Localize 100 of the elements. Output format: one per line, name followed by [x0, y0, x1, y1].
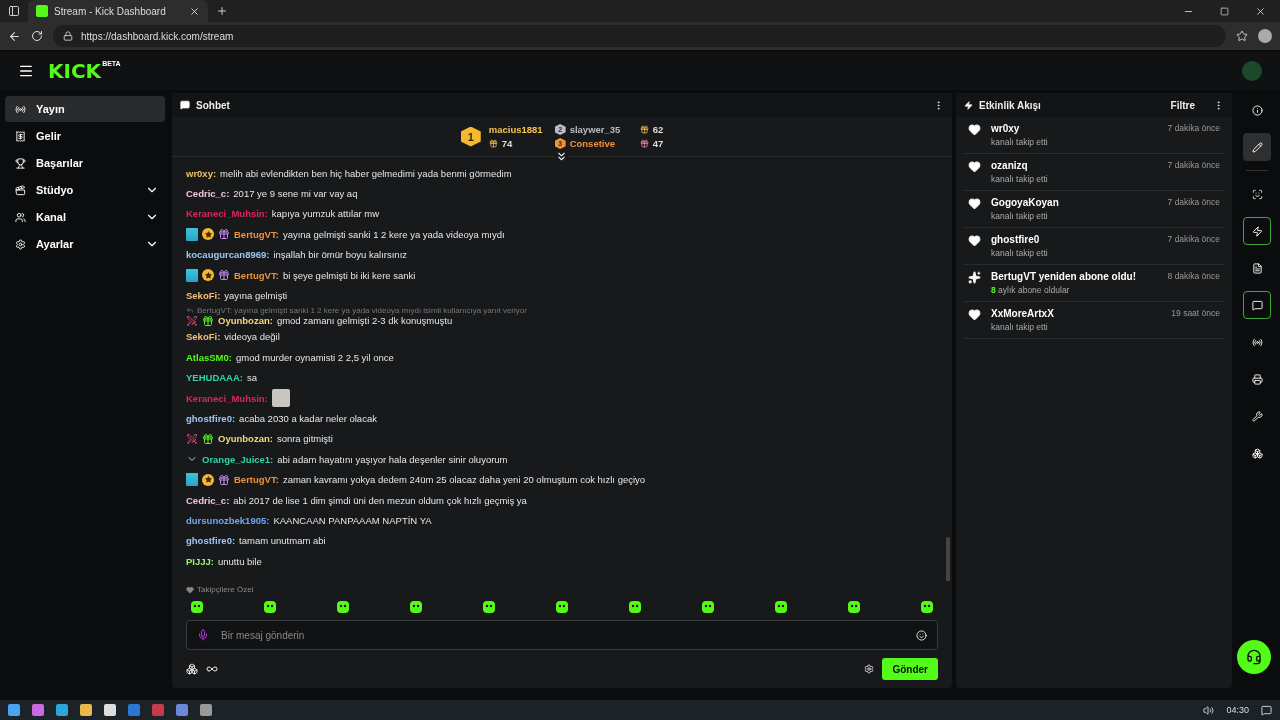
- chat-message: zaman kavramı yokya dedem 24üm 25 olacaz daha yeni 20 olmuştum cok hızlı geçiyo: [282, 474, 646, 486]
- apps-icon: [1251, 447, 1263, 459]
- emote-icon[interactable]: [920, 600, 934, 614]
- sidebar-item[interactable]: Başarılar: [5, 150, 165, 176]
- heart-icon: [968, 308, 981, 321]
- chat-username[interactable]: Cedric_c:: [186, 494, 230, 506]
- apps-icon[interactable]: [186, 663, 198, 675]
- emoji-icon[interactable]: [916, 629, 927, 641]
- emote-icon[interactable]: [774, 600, 788, 614]
- edit-button[interactable]: [1243, 133, 1271, 161]
- edit-icon: [1251, 141, 1263, 153]
- clock[interactable]: 04:30: [1226, 705, 1249, 715]
- chat-username[interactable]: kocaugurcan8969:: [186, 249, 270, 261]
- chat-username[interactable]: BertugVT:: [234, 474, 279, 486]
- chat-username[interactable]: Keraneci_Muhsin:: [186, 208, 268, 220]
- new-tab-icon[interactable]: [216, 5, 228, 17]
- notifications-icon[interactable]: [1261, 704, 1272, 716]
- sidebar-toggle-icon[interactable]: [8, 5, 20, 17]
- chat-username[interactable]: PIJJJ:: [186, 555, 214, 567]
- emote-icon[interactable]: [628, 600, 642, 614]
- chat-message: abi 2017 de lise 1 dim şimdi üni den mezun oldum çok hızlı geçmiş ya: [233, 494, 527, 506]
- sidebar-item[interactable]: Ayarlar: [5, 231, 165, 257]
- chat-message: melih abi evlendikten ben hiç haber gelmedimi yada benmi görmedim: [220, 167, 512, 179]
- chat-username[interactable]: SekoFi:: [186, 331, 221, 343]
- message-field[interactable]: Bir mesaj gönderin: [219, 628, 906, 642]
- sidebar-item[interactable]: Yayın: [5, 96, 165, 122]
- chat-icon: [1251, 299, 1263, 311]
- chat-message: sa: [247, 372, 258, 384]
- reload-icon[interactable]: [31, 30, 43, 42]
- logo[interactable]: KICK: [48, 59, 102, 83]
- help-button[interactable]: [1237, 640, 1271, 674]
- gift-icon: [202, 432, 214, 445]
- chat-message: acaba 2030 a kadar neler olacak: [239, 413, 377, 424]
- menu-icon[interactable]: [18, 63, 34, 79]
- emote-image: [271, 389, 290, 408]
- maximize-icon[interactable]: [1220, 6, 1229, 16]
- volume-icon[interactable]: [1203, 704, 1215, 716]
- app-icon[interactable]: [104, 704, 116, 716]
- emote-icon[interactable]: [409, 600, 423, 614]
- close-icon[interactable]: [189, 5, 200, 17]
- app-icon[interactable]: [128, 704, 140, 716]
- app-icon[interactable]: [32, 704, 44, 716]
- emote-icon[interactable]: [482, 600, 496, 614]
- chat-username[interactable]: Oyunbozan:: [218, 315, 273, 327]
- chat-username[interactable]: Cedric_c:: [186, 188, 230, 200]
- emote-icon[interactable]: [190, 600, 204, 614]
- heart-icon: [186, 585, 194, 594]
- message-input[interactable]: Bir mesaj gönderin: [186, 620, 938, 650]
- scan-icon: [1251, 188, 1263, 200]
- app-icon[interactable]: [176, 704, 188, 716]
- gift-icon: [218, 473, 230, 486]
- address-bar[interactable]: https://dashboard.kick.com/stream: [53, 25, 1226, 47]
- app-icon[interactable]: [200, 704, 212, 716]
- infinity-icon[interactable]: [206, 663, 218, 675]
- chat-message: gmod murder oynamisti 2 2,5 yil once: [235, 351, 394, 363]
- broadcast-icon: [1251, 336, 1263, 348]
- sidebar-item[interactable]: Gelir: [5, 123, 165, 149]
- send-button[interactable]: Gönder: [882, 658, 938, 680]
- tools-icon: [1251, 410, 1263, 422]
- chat-username[interactable]: ghostfire0:: [186, 535, 236, 547]
- scrollbar[interactable]: [946, 537, 950, 581]
- emote-icon[interactable]: [847, 600, 861, 614]
- microphone-icon[interactable]: [197, 629, 209, 641]
- chat-username[interactable]: wr0xy:: [186, 167, 217, 179]
- chat-username[interactable]: ghostfire0:: [186, 413, 236, 424]
- back-icon[interactable]: [8, 29, 21, 43]
- activity-button[interactable]: [1243, 217, 1271, 245]
- chat-button[interactable]: [1243, 291, 1271, 319]
- browser-tab[interactable]: Stream - Kick Dashboard: [28, 0, 208, 22]
- settings-icon[interactable]: [864, 664, 875, 674]
- sidebar-item[interactable]: Stüdyo: [5, 177, 165, 203]
- sidebar-item[interactable]: Kanal: [5, 204, 165, 230]
- filter-link[interactable]: Filtre: [1170, 99, 1195, 111]
- emote-icon[interactable]: [701, 600, 715, 614]
- chat-username[interactable]: YEHUDAAA:: [186, 372, 243, 384]
- folder-icon[interactable]: [80, 704, 92, 716]
- settings-icon: [15, 238, 26, 250]
- users-icon: [15, 211, 26, 223]
- emote-icon[interactable]: [555, 600, 569, 614]
- reply-context: BertugVT: yayına gelmişti sanki 1 2 kere ya yada videoya mıydı isimli kullanıcıya yanıt veriyor: [197, 305, 527, 315]
- event-time: 7 dakika önce: [1167, 234, 1220, 244]
- browser-icon[interactable]: [56, 704, 68, 716]
- close-icon[interactable]: [1255, 5, 1266, 17]
- chat-username[interactable]: dursunozbek1905:: [186, 514, 270, 526]
- chat-username[interactable]: Oyunbozan:: [218, 433, 273, 445]
- event-detail: 8 aylık abone oldular: [991, 285, 1071, 295]
- chat-username[interactable]: Orange_Juice1:: [202, 453, 274, 465]
- scroll-down-icon: [555, 150, 568, 163]
- chat-username[interactable]: SekoFi:: [186, 290, 221, 302]
- emote-icon[interactable]: [263, 600, 277, 614]
- emote-icon[interactable]: [336, 600, 350, 614]
- chat-username[interactable]: Keraneci_Muhsin:: [186, 392, 268, 404]
- panel-title: Sohbet: [196, 99, 231, 111]
- profile-avatar[interactable]: [1258, 29, 1272, 43]
- favorite-icon[interactable]: [1236, 30, 1248, 42]
- event-detail: kanalı takip etti: [991, 137, 1049, 147]
- start-icon[interactable]: [8, 704, 20, 716]
- chat-username[interactable]: AtlasSM0:: [186, 351, 232, 363]
- chat-username[interactable]: BertugVT:: [234, 228, 279, 240]
- chat-username[interactable]: BertugVT:: [234, 269, 279, 281]
